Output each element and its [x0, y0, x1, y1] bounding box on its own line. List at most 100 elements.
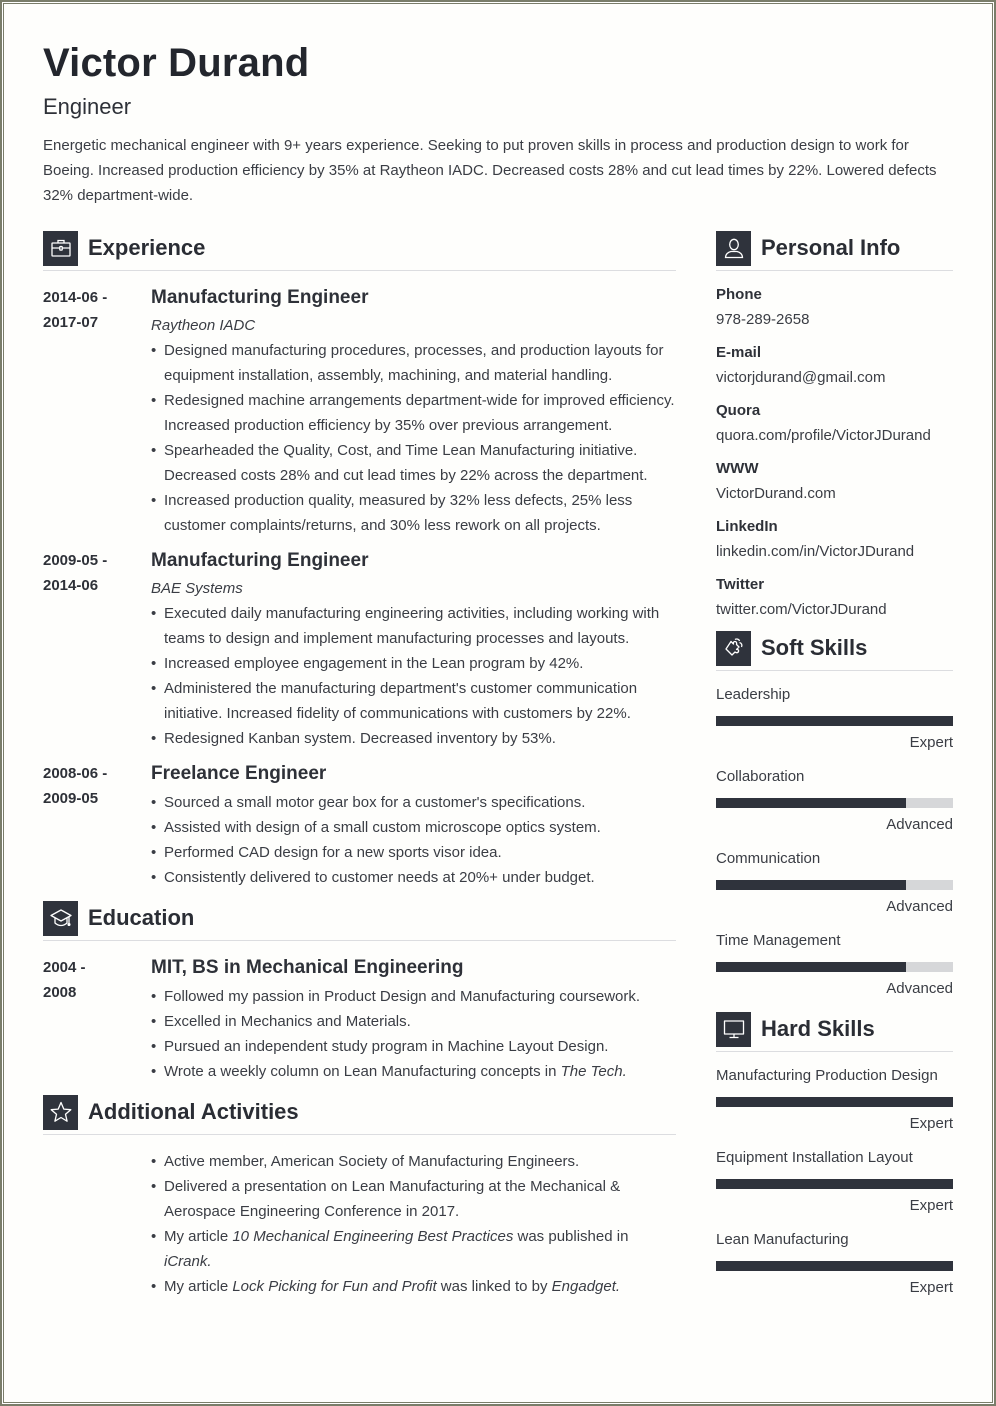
date-start: 2004 -	[43, 959, 86, 976]
date-end: 2017-07	[43, 314, 99, 331]
bullet-item: Designed manufacturing procedures, proce…	[151, 338, 676, 388]
skill-level-label: Advanced	[886, 898, 953, 915]
skill-level-fill	[716, 716, 953, 726]
skill-level-label: Expert	[909, 1115, 953, 1132]
profile-summary: Energetic mechanical engineer with 9+ ye…	[43, 137, 937, 204]
contact-quora: Quora quora.com/profile/VictorJDurand	[716, 401, 953, 446]
job-bullets: Designed manufacturing procedures, proce…	[151, 338, 676, 538]
activities-bullets: Active member, American Society of Manuf…	[151, 1149, 676, 1299]
bullet-item: Delivered a presentation on Lean Manufac…	[151, 1174, 676, 1224]
contact-value: linkedin.com/in/VictorJDurand	[716, 543, 915, 560]
date-end: 2014-06	[43, 577, 99, 594]
bullet-item: Executed daily manufacturing engineering…	[151, 601, 676, 651]
hard-skills-list: Manufacturing Production Design Expert E…	[716, 1066, 953, 1298]
bullet-item: Administered the manufacturing departmen…	[151, 676, 676, 726]
contact-email: E-mail victorjdurand@gmail.com	[716, 343, 953, 388]
soft-skills-title: Soft Skills	[761, 635, 868, 660]
candidate-role: Engineer	[43, 94, 132, 119]
job-title: Manufacturing Engineer	[151, 287, 369, 308]
bullet-text: was published in	[513, 1228, 629, 1245]
bullet-item: Active member, American Society of Manuf…	[151, 1149, 676, 1174]
experience-entry: 2009-05 - 2014-06 Manufacturing Engineer…	[43, 548, 676, 751]
entry-dates: 2009-05 - 2014-06	[43, 548, 151, 751]
skill-name: Time Management	[716, 932, 841, 949]
experience-title: Experience	[88, 235, 206, 260]
activities-title: Additional Activities	[88, 1099, 299, 1124]
bullet-text: My article	[164, 1228, 233, 1245]
education-section-header: Education	[43, 900, 676, 941]
article-title: 10 Mechanical Engineering Best Practices	[232, 1228, 514, 1245]
skill-level-label: Expert	[909, 1279, 953, 1296]
company-name: Raytheon IADC	[151, 317, 256, 334]
puzzle-icon	[716, 630, 751, 666]
graduation-cap-icon	[43, 900, 78, 936]
bullet-item: Increased production quality, measured b…	[151, 488, 676, 538]
bullet-item: Excelled in Mechanics and Materials.	[151, 1009, 676, 1034]
skill-level-bar	[716, 1261, 953, 1271]
skill-item: Manufacturing Production Design Expert	[716, 1066, 953, 1134]
skill-level-fill	[716, 880, 906, 890]
skill-level-label: Expert	[909, 1197, 953, 1214]
bullet-item: Redesigned machine arrangements departme…	[151, 388, 676, 438]
skill-level-bar	[716, 880, 953, 890]
user-icon	[716, 230, 751, 266]
date-start: 2008-06 -	[43, 765, 108, 782]
skill-level-bar	[716, 962, 953, 972]
job-title: Manufacturing Engineer	[151, 550, 369, 571]
contact-value: 978-289-2658	[716, 311, 810, 328]
publication-name: iCrank.	[164, 1253, 212, 1270]
skill-level-label: Advanced	[886, 816, 953, 833]
skill-level-fill	[716, 962, 906, 972]
bullet-item: My article 10 Mechanical Engineering Bes…	[151, 1224, 676, 1274]
contact-label: Phone	[716, 286, 762, 303]
contact-phone: Phone 978-289-2658	[716, 285, 953, 330]
job-bullets: Sourced a small motor gear box for a cus…	[151, 790, 676, 890]
date-start: 2014-06 -	[43, 289, 108, 306]
experience-entry: 2014-06 - 2017-07 Manufacturing Engineer…	[43, 285, 676, 538]
bullet-item: Consistently delivered to customer needs…	[151, 865, 676, 890]
activities-section-header: Additional Activities	[43, 1094, 676, 1135]
experience-section-header: Experience	[43, 230, 676, 271]
contact-value: quora.com/profile/VictorJDurand	[716, 427, 931, 444]
candidate-name: Victor Durand	[43, 41, 310, 85]
skill-level-fill	[716, 1261, 953, 1271]
skill-name: Communication	[716, 850, 821, 867]
skill-level-bar	[716, 1097, 953, 1107]
entry-dates: 2008-06 - 2009-05	[43, 761, 151, 890]
bullet-item: Followed my passion in Product Design an…	[151, 984, 676, 1009]
article-title: Lock Picking for Fun and Profit	[232, 1278, 437, 1295]
job-title: Freelance Engineer	[151, 763, 327, 784]
skill-name: Leadership	[716, 686, 791, 703]
contact-value: victorjdurand@gmail.com	[716, 369, 886, 386]
soft-skills-list: Leadership Expert Collaboration Advanced…	[716, 685, 953, 999]
hard-skills-title: Hard Skills	[761, 1016, 875, 1041]
personal-info-section-header: Personal Info	[716, 230, 953, 271]
bullet-text: Wrote a weekly column on Lean Manufactur…	[164, 1063, 561, 1080]
contact-label: E-mail	[716, 344, 762, 361]
company-name: BAE Systems	[151, 580, 243, 597]
bullet-item: Assisted with design of a small custom m…	[151, 815, 676, 840]
empty-dates	[43, 1149, 151, 1299]
contact-label: Twitter	[716, 576, 765, 593]
star-icon	[43, 1094, 78, 1130]
contact-label: WWW	[716, 460, 759, 477]
skill-level-fill	[716, 1179, 953, 1189]
briefcase-icon	[43, 230, 78, 266]
skill-level-fill	[716, 1097, 953, 1107]
skill-name: Manufacturing Production Design	[716, 1067, 938, 1084]
sidebar-column: Personal Info Phone 978-289-2658 E-mail …	[716, 230, 953, 1298]
contact-label: Quora	[716, 402, 761, 419]
main-column: Experience 2014-06 - 2017-07 Manufacturi…	[43, 230, 676, 1299]
activities-entry: Active member, American Society of Manuf…	[43, 1149, 676, 1299]
bullet-item: Performed CAD design for a new sports vi…	[151, 840, 676, 865]
education-bullets: Followed my passion in Product Design an…	[151, 984, 676, 1084]
job-bullets: Executed daily manufacturing engineering…	[151, 601, 676, 751]
skill-item: Lean Manufacturing Expert	[716, 1230, 953, 1298]
skill-item: Time Management Advanced	[716, 931, 953, 999]
date-start: 2009-05 -	[43, 552, 108, 569]
hard-skills-section-header: Hard Skills	[716, 1011, 953, 1052]
bullet-item: My article Lock Picking for Fun and Prof…	[151, 1274, 676, 1299]
publication-name: The Tech.	[560, 1063, 627, 1080]
personal-info-title: Personal Info	[761, 235, 901, 260]
skill-level-label: Advanced	[886, 980, 953, 997]
